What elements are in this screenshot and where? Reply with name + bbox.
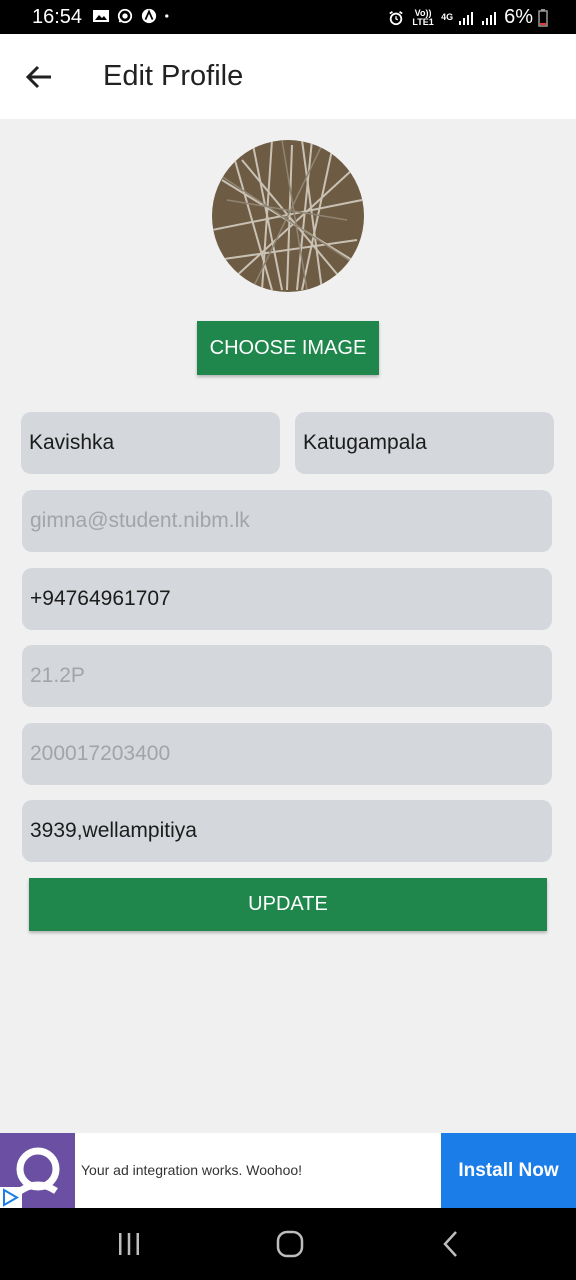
recents-button[interactable] xyxy=(109,1226,149,1262)
back-button[interactable] xyxy=(18,56,60,98)
home-button[interactable] xyxy=(270,1226,310,1262)
signal-icon xyxy=(459,11,474,25)
alarm-icon xyxy=(389,10,403,25)
email-field[interactable]: gimna@student.nibm.lk xyxy=(22,490,552,552)
whatsapp-icon xyxy=(117,8,133,24)
address-value: 3939,wellampitiya xyxy=(30,819,197,842)
nic-field[interactable]: 200017203400 xyxy=(22,723,552,785)
dot-icon xyxy=(165,14,169,18)
home-icon xyxy=(276,1230,304,1258)
page-title: Edit Profile xyxy=(103,60,244,92)
ad-banner[interactable]: Your ad integration works. Woohoo! Insta… xyxy=(0,1133,576,1208)
status-time: 16:54 xyxy=(32,6,83,28)
profile-avatar xyxy=(212,140,364,292)
last-name-value: Katugampala xyxy=(303,431,427,454)
ad-choices-icon[interactable] xyxy=(0,1187,22,1208)
phone-value: +94764961707 xyxy=(30,587,171,610)
network-type: 4G xyxy=(441,12,454,22)
volte-label: Vo)) LTE1 xyxy=(412,7,434,27)
install-now-button[interactable]: Install Now xyxy=(441,1133,576,1208)
phone-field[interactable]: +94764961707 xyxy=(22,568,552,630)
back-nav-button[interactable] xyxy=(431,1226,471,1262)
status-bar: 16:54 Vo)) LTE1 4G 6% xyxy=(0,0,576,34)
avatar-image xyxy=(212,140,364,292)
update-button[interactable]: UPDATE xyxy=(29,878,547,931)
arrow-left-icon xyxy=(25,65,51,89)
batch-value: 21.2P xyxy=(30,664,85,687)
first-name-value: Kavishka xyxy=(29,431,115,454)
battery-percent: 6% xyxy=(504,6,533,28)
gallery-icon xyxy=(93,10,109,22)
address-field[interactable]: 3939,wellampitiya xyxy=(22,800,552,862)
choose-image-button[interactable]: CHOOSE IMAGE xyxy=(197,321,379,375)
recents-icon xyxy=(119,1233,139,1255)
app-a-icon xyxy=(141,8,157,24)
navigation-bar xyxy=(0,1208,576,1280)
nic-value: 200017203400 xyxy=(30,742,171,765)
batch-field[interactable]: 21.2P xyxy=(22,645,552,707)
signal-2-icon xyxy=(482,11,497,25)
app-bar: Edit Profile xyxy=(0,34,576,119)
battery-icon xyxy=(538,8,548,27)
first-name-field[interactable]: Kavishka xyxy=(21,412,280,474)
last-name-field[interactable]: Katugampala xyxy=(295,412,554,474)
email-value: gimna@student.nibm.lk xyxy=(30,509,250,532)
ad-text: Your ad integration works. Woohoo! xyxy=(81,1162,303,1178)
chevron-left-icon xyxy=(443,1231,457,1257)
